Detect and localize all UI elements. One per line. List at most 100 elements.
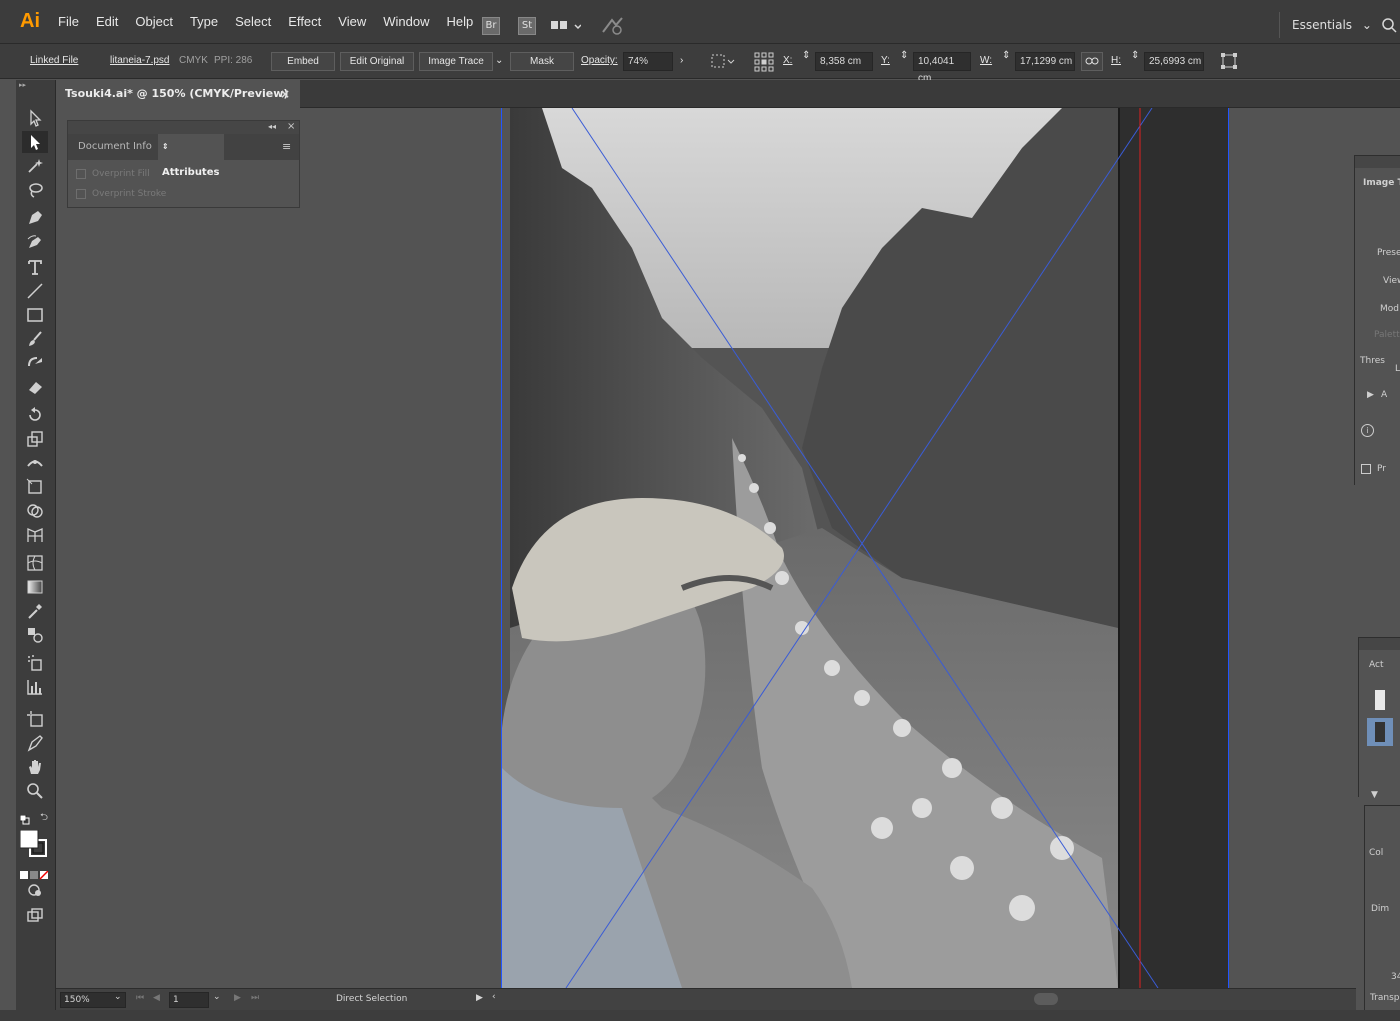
image-trace-dropdown-icon[interactable]: ⌄	[495, 55, 503, 66]
zoom-tool-icon[interactable]	[22, 780, 48, 802]
arrange-documents-icon[interactable]	[551, 19, 582, 38]
curvature-tool-icon[interactable]	[22, 231, 48, 253]
linked-file-link[interactable]: Linked File	[30, 55, 78, 66]
fill-stroke-swatch[interactable]	[19, 829, 48, 862]
previous-artboard-icon[interactable]: ◀	[153, 993, 160, 1003]
shape-builder-tool-icon[interactable]	[22, 500, 48, 522]
close-icon[interactable]: ×	[287, 121, 295, 132]
type-tool-icon[interactable]	[22, 256, 48, 278]
document-tab[interactable]: Tsouki4.ai* @ 150% (CMYK/Preview) ×	[56, 80, 300, 108]
pen-tool-icon[interactable]	[22, 207, 48, 229]
screen-mode-icon[interactable]	[22, 904, 48, 926]
menu-file[interactable]: File	[58, 14, 79, 29]
artboard-tool-icon[interactable]	[22, 708, 48, 730]
blend-tool-icon[interactable]	[22, 624, 48, 646]
first-artboard-icon[interactable]: ⏮	[136, 993, 144, 1003]
gradient-tool-icon[interactable]	[22, 576, 48, 598]
chevron-down-icon[interactable]: ▼	[1371, 790, 1378, 800]
menu-view[interactable]: View	[338, 14, 366, 29]
close-icon[interactable]: ×	[280, 80, 290, 108]
next-artboard-icon[interactable]: ▶	[234, 993, 241, 1003]
lasso-tool-icon[interactable]	[22, 179, 48, 201]
x-input[interactable]: 8,358 cm	[815, 52, 873, 71]
line-segment-tool-icon[interactable]	[22, 280, 48, 302]
collapse-panel-icon[interactable]: ◂◂	[268, 122, 276, 131]
collapse-panel-icon[interactable]: ▸▸	[19, 81, 26, 89]
edit-original-button[interactable]: Edit Original	[340, 52, 414, 71]
paintbrush-tool-icon[interactable]	[22, 328, 48, 350]
chevron-down-icon[interactable]: ⌄	[114, 992, 122, 1002]
symbol-sprayer-tool-icon[interactable]	[22, 652, 48, 674]
tab-attributes[interactable]: ⇕ Attributes	[158, 134, 224, 178]
width-tool-icon[interactable]	[22, 452, 48, 474]
selection-tool-icon[interactable]	[22, 107, 48, 129]
panel-titlebar[interactable]: ◂◂ ×	[68, 121, 299, 134]
opacity-input[interactable]: 74%	[623, 52, 673, 71]
image-trace-button[interactable]: Image Trace	[419, 52, 493, 71]
rectangle-tool-icon[interactable]	[22, 304, 48, 326]
opacity-arrow-icon[interactable]: ›	[680, 55, 683, 66]
eyedropper-tool-icon[interactable]	[22, 600, 48, 622]
eraser-tool-icon[interactable]	[22, 376, 48, 398]
h-stepper-icon[interactable]: ⇕	[1131, 50, 1139, 61]
swap-fill-stroke-icon[interactable]: ⮌	[40, 810, 48, 827]
transform-icon[interactable]	[1220, 52, 1238, 73]
menu-help[interactable]: Help	[446, 14, 473, 29]
scroll-left-icon[interactable]: ‹	[492, 992, 496, 1002]
action-thumbnail-selected[interactable]	[1367, 718, 1393, 746]
shaper-tool-icon[interactable]	[22, 352, 48, 374]
y-input[interactable]: 10,4041 cm	[913, 52, 971, 84]
scale-tool-icon[interactable]	[22, 428, 48, 450]
default-fill-stroke-icon[interactable]	[19, 810, 30, 829]
menu-select[interactable]: Select	[235, 14, 271, 29]
constrain-proportions-link-icon[interactable]	[1081, 52, 1103, 71]
direct-selection-tool-icon[interactable]	[22, 131, 48, 153]
drawing-modes-icon[interactable]	[22, 880, 48, 902]
hand-tool-icon[interactable]	[22, 756, 48, 778]
menu-type[interactable]: Type	[190, 14, 218, 29]
action-thumbnail[interactable]	[1375, 690, 1385, 710]
mask-button[interactable]: Mask	[510, 52, 574, 71]
gpu-performance-icon[interactable]	[600, 16, 624, 40]
menu-effect[interactable]: Effect	[288, 14, 321, 29]
free-transform-tool-icon[interactable]	[22, 476, 48, 498]
reference-point-icon[interactable]	[754, 52, 774, 75]
disclosure-triangle-icon[interactable]: ▶	[1367, 390, 1374, 400]
preview-checkbox[interactable]	[1361, 464, 1371, 474]
tab-document-info[interactable]: Document Info	[78, 134, 152, 160]
workspace-switcher[interactable]: Essentials ⌄	[1292, 18, 1372, 32]
rotate-tool-icon[interactable]	[22, 404, 48, 426]
search-icon[interactable]	[1380, 16, 1400, 38]
overprint-fill-checkbox[interactable]: Overprint Fill	[76, 169, 150, 179]
embed-button[interactable]: Embed	[271, 52, 335, 71]
last-artboard-icon[interactable]: ⏭	[251, 993, 259, 1003]
value-field[interactable]: 34	[1391, 972, 1400, 982]
overprint-stroke-checkbox[interactable]: Overprint Stroke	[76, 189, 166, 199]
perspective-grid-tool-icon[interactable]	[22, 524, 48, 546]
file-name-link[interactable]: litaneia-7.psd	[110, 55, 169, 66]
y-stepper-icon[interactable]: ⇕	[900, 50, 908, 61]
magic-wand-tool-icon[interactable]	[22, 155, 48, 177]
transform-align-icon[interactable]	[711, 53, 737, 72]
status-menu-icon[interactable]: ▶	[476, 993, 483, 1003]
x-stepper-icon[interactable]: ⇕	[802, 50, 810, 61]
checkbox[interactable]	[76, 189, 86, 199]
info-icon[interactable]: i	[1361, 424, 1374, 437]
canvas-area[interactable]	[56, 108, 1356, 988]
h-input[interactable]: 25,6993 cm	[1144, 52, 1204, 71]
bridge-button[interactable]: Br	[482, 17, 500, 35]
mesh-tool-icon[interactable]	[22, 552, 48, 574]
artboard-number-input[interactable]: 1	[169, 992, 209, 1008]
stock-button[interactable]: St	[518, 17, 536, 35]
chevron-down-icon[interactable]: ⌄	[213, 992, 221, 1002]
checkbox[interactable]	[76, 169, 86, 179]
panel-titlebar[interactable]	[1359, 638, 1400, 650]
placed-image[interactable]	[501, 108, 1229, 988]
menu-edit[interactable]: Edit	[96, 14, 118, 29]
menu-object[interactable]: Object	[135, 14, 173, 29]
panel-titlebar[interactable]	[1355, 156, 1400, 168]
menu-window[interactable]: Window	[383, 14, 429, 29]
column-graph-tool-icon[interactable]	[22, 676, 48, 698]
horizontal-scrollbar-thumb[interactable]	[1034, 993, 1058, 1005]
slice-tool-icon[interactable]	[22, 732, 48, 754]
